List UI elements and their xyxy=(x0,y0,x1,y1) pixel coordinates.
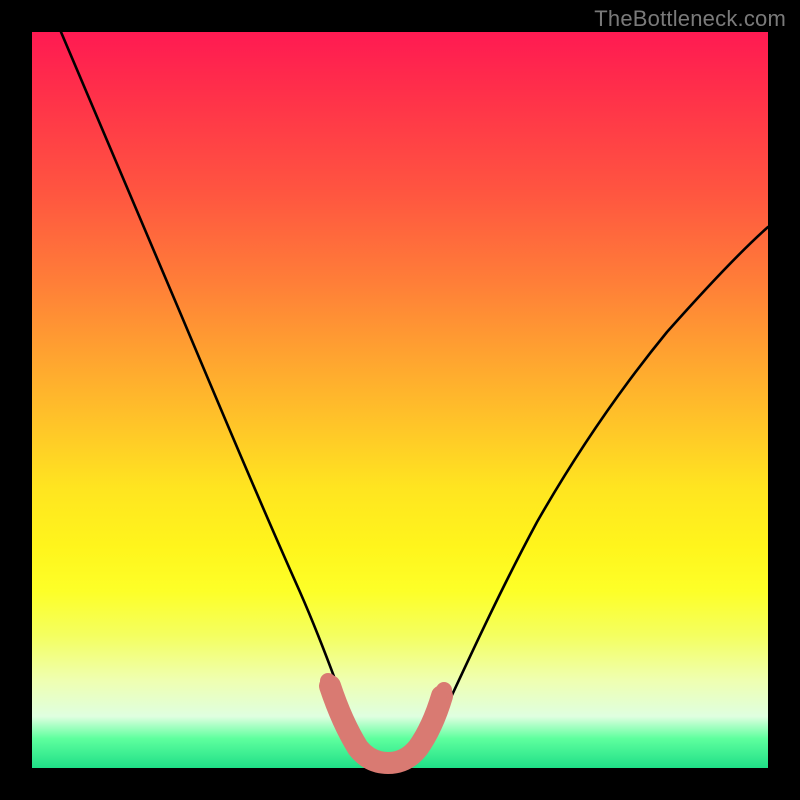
optimal-marker-path xyxy=(330,686,442,763)
watermark-text: TheBottleneck.com xyxy=(594,6,786,32)
chart-svg xyxy=(32,32,768,768)
optimal-marker-dot-left xyxy=(320,673,336,689)
plot-area xyxy=(32,32,768,768)
chart-frame: TheBottleneck.com xyxy=(0,0,800,800)
optimal-marker-dot-right xyxy=(436,682,452,698)
curve-path xyxy=(61,32,768,765)
